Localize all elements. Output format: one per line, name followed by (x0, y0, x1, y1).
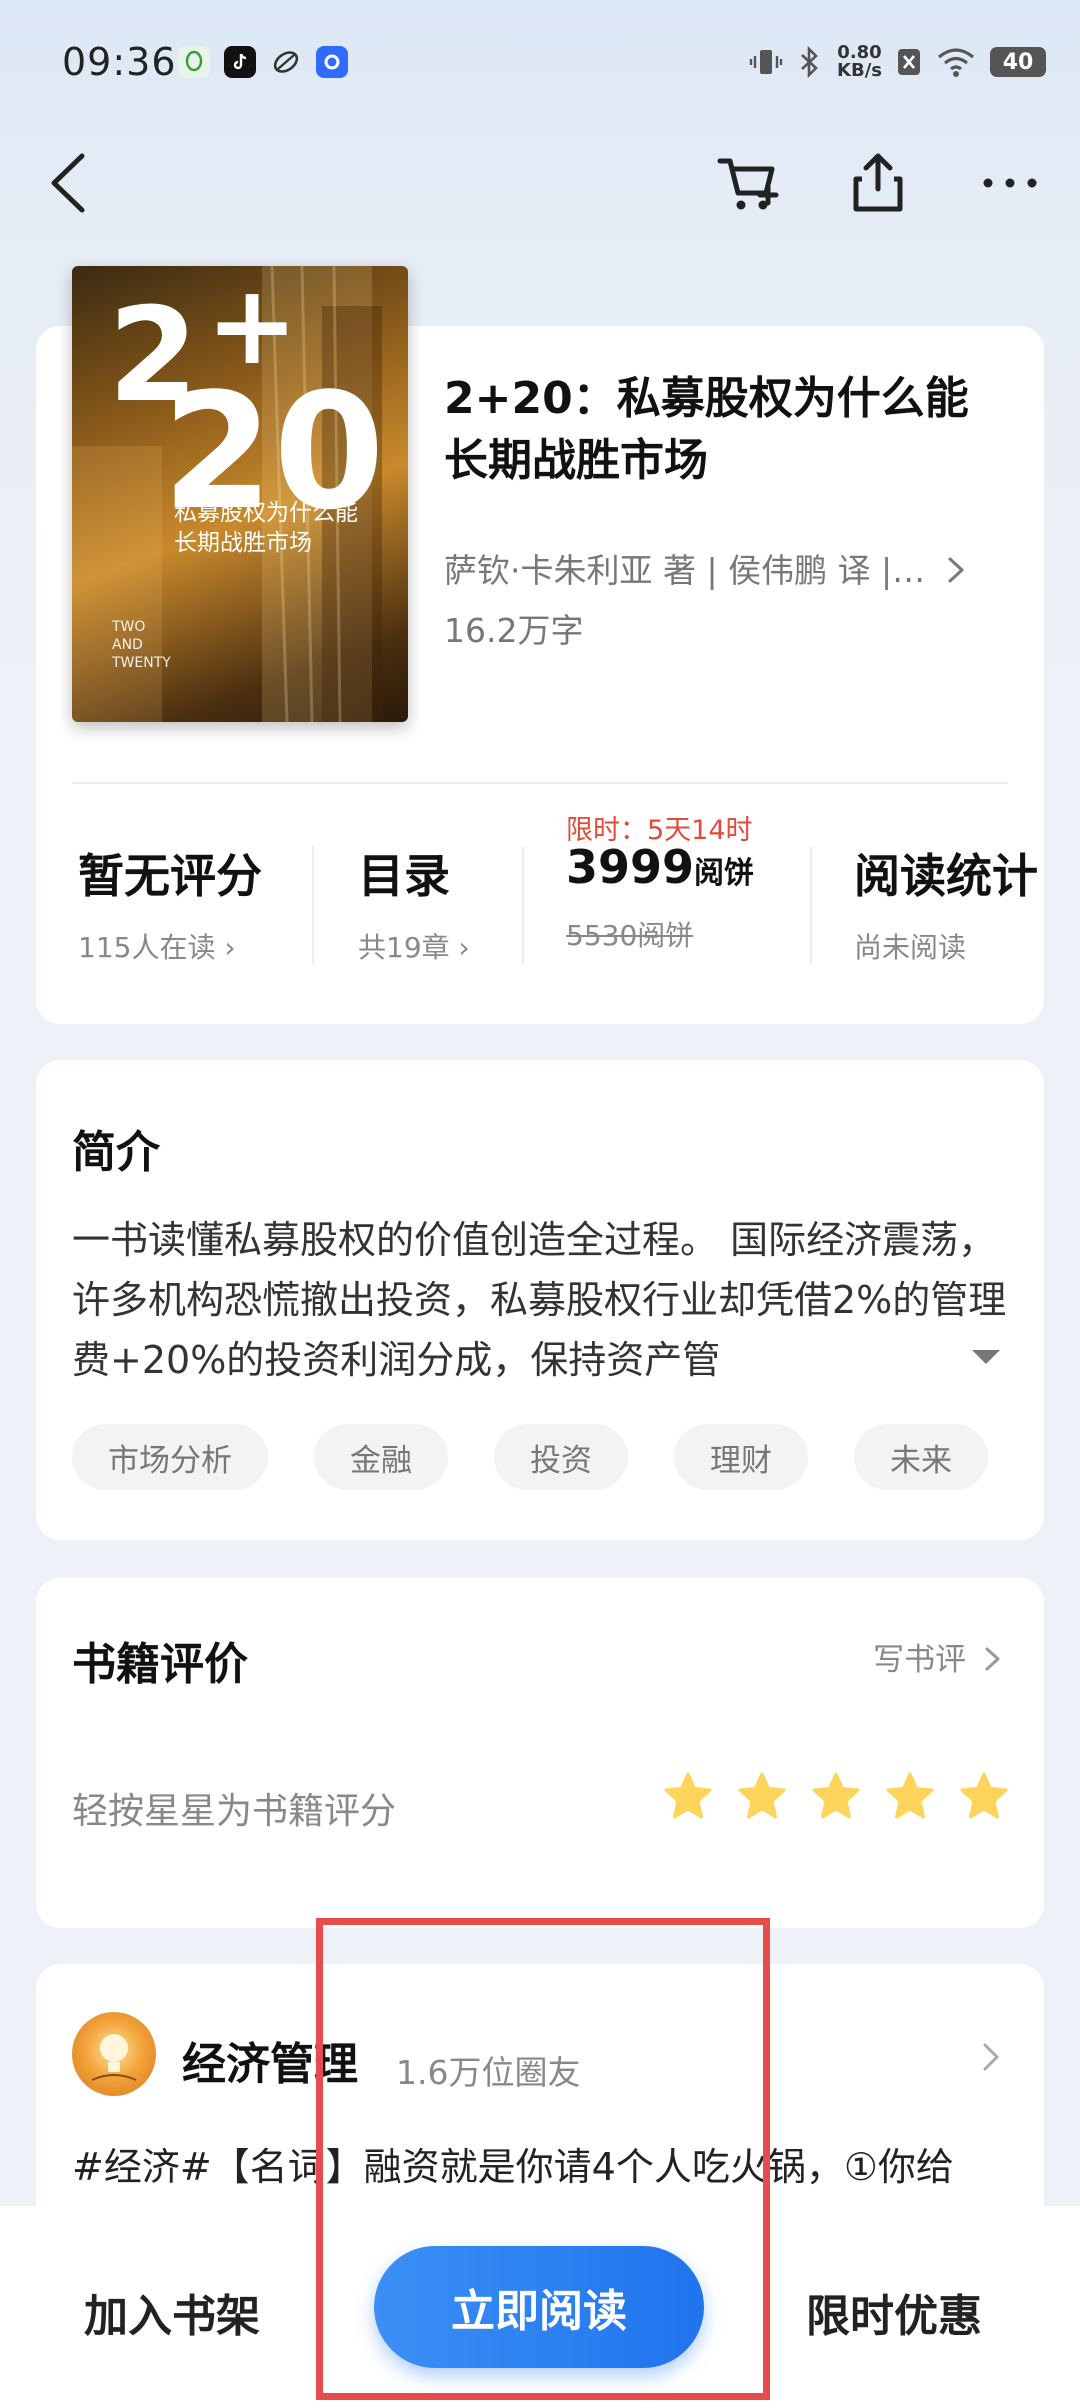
chevron-right-icon: › (458, 931, 470, 964)
cart-icon (717, 158, 779, 210)
more-button[interactable] (978, 148, 1042, 218)
tiktok-icon (224, 46, 256, 78)
write-review-label: 写书评 (873, 1642, 967, 1678)
cover-en-line-1: TWO (112, 619, 146, 635)
back-button[interactable] (44, 148, 94, 218)
stat-divider (522, 846, 524, 964)
cover-subtitle-line-1: 私募股权为什么能 (174, 500, 358, 526)
more-icon (983, 178, 1037, 188)
tag-chip[interactable]: 未来 (854, 1424, 988, 1490)
blue-app-icon (316, 46, 348, 78)
tag-list: 市场分析 金融 投资 理财 未来 (72, 1424, 1008, 1490)
toc-stat[interactable]: 目录 共19章 › (358, 840, 470, 966)
status-system-icons: 0.80 KB/s 40 (749, 44, 1046, 80)
price-unit: 阅饼 (694, 856, 755, 891)
wifi-icon (937, 48, 975, 77)
star-icon[interactable] (810, 1770, 862, 1822)
cover-english-title: TWO AND TWENTY (112, 618, 171, 672)
leaf-app-icon (270, 46, 302, 78)
rate-hint: 轻按星星为书籍评分 (72, 1791, 397, 1832)
write-review-link[interactable]: 写书评 (873, 1634, 1004, 1679)
price: 3999阅饼 (566, 840, 754, 894)
rating-stat[interactable]: 暂无评分 115人在读 › (78, 840, 262, 966)
limited-offer-button[interactable]: 限时优惠 (806, 2280, 982, 2344)
add-to-shelf-button[interactable]: 加入书架 (84, 2280, 260, 2344)
stat-divider (810, 846, 812, 964)
tag-chip[interactable]: 金融 (314, 1424, 448, 1490)
star-icon[interactable] (736, 1770, 788, 1822)
tag-chip[interactable]: 理财 (674, 1424, 808, 1490)
book-author-text: 萨钦·卡朱利亚 著 | 侯伟鹏 译 |… (444, 551, 926, 590)
status-time: 09:36 (62, 40, 177, 84)
book-title: 2+20：私募股权为什么能 长期战胜市场 (444, 368, 1024, 492)
book-author-link[interactable]: 萨钦·卡朱利亚 著 | 侯伟鹏 译 |… (444, 544, 968, 592)
review-heading: 书籍评价 (72, 1639, 248, 1690)
stat-divider (312, 846, 314, 964)
chevron-right-icon (985, 1647, 1000, 1671)
no-sim-icon (898, 49, 920, 75)
star-icon[interactable] (662, 1770, 714, 1822)
original-price: 5530阅饼 (566, 919, 694, 952)
chevron-right-icon[interactable] (980, 2040, 1002, 2074)
tag-chip[interactable]: 市场分析 (72, 1424, 268, 1490)
battery-indicator: 40 (990, 47, 1046, 77)
rating-label: 暂无评分 (78, 849, 262, 903)
chevron-right-icon: › (224, 931, 236, 964)
chapter-count: 共19章 › (358, 931, 470, 964)
price-value: 3999 (566, 840, 695, 894)
circle-avatar (72, 2012, 156, 2096)
cover-en-line-3: TWENTY (112, 655, 171, 671)
bluetooth-icon (801, 45, 818, 79)
lightbulb-icon (91, 2034, 137, 2081)
rating-stars (662, 1770, 1010, 1822)
qq-icon (178, 46, 210, 78)
cover-subtitle: 私募股权为什么能 长期战胜市场 (174, 498, 358, 558)
star-icon[interactable] (958, 1770, 1010, 1822)
star-icon[interactable] (884, 1770, 936, 1822)
chevron-left-icon (51, 153, 85, 213)
toc-label: 目录 (358, 849, 450, 903)
cart-button[interactable] (716, 148, 780, 218)
book-cover[interactable]: 2 + 20 私募股权为什么能 长期战胜市场 TWO AND TWENTY (72, 266, 408, 722)
reading-stats-label: 阅读统计 (854, 849, 1038, 903)
cover-subtitle-line-2: 长期战胜市场 (174, 530, 312, 556)
status-notification-icons (178, 46, 348, 78)
highlight-box (316, 1918, 770, 2400)
status-bar: 09:36 0.80 KB/s 40 (0, 0, 1080, 120)
chevron-right-icon (948, 557, 964, 583)
share-icon (853, 153, 903, 212)
intro-heading: 简介 (72, 1127, 160, 1178)
book-title-line-1: 2+20：私募股权为什么能 (444, 373, 969, 424)
cover-en-line-2: AND (112, 637, 143, 653)
price-stat[interactable]: 3999阅饼 5530阅饼 (566, 840, 754, 954)
reading-stats-stat[interactable]: 阅读统计 尚未阅读 (854, 840, 1044, 966)
share-button[interactable] (846, 148, 910, 218)
readers-count: 115人在读 › (78, 931, 236, 964)
book-title-line-2: 长期战胜市场 (444, 435, 708, 486)
tag-chip[interactable]: 投资 (494, 1424, 628, 1490)
network-speed-unit: KB/s (837, 60, 882, 81)
reading-status: 尚未阅读 (854, 931, 967, 964)
book-card-divider (72, 782, 1008, 784)
vibrate-icon (749, 50, 783, 74)
book-word-count: 16.2万字 (444, 611, 584, 650)
network-speed: 0.80 KB/s (837, 44, 882, 80)
expand-intro-icon[interactable] (972, 1350, 1000, 1364)
